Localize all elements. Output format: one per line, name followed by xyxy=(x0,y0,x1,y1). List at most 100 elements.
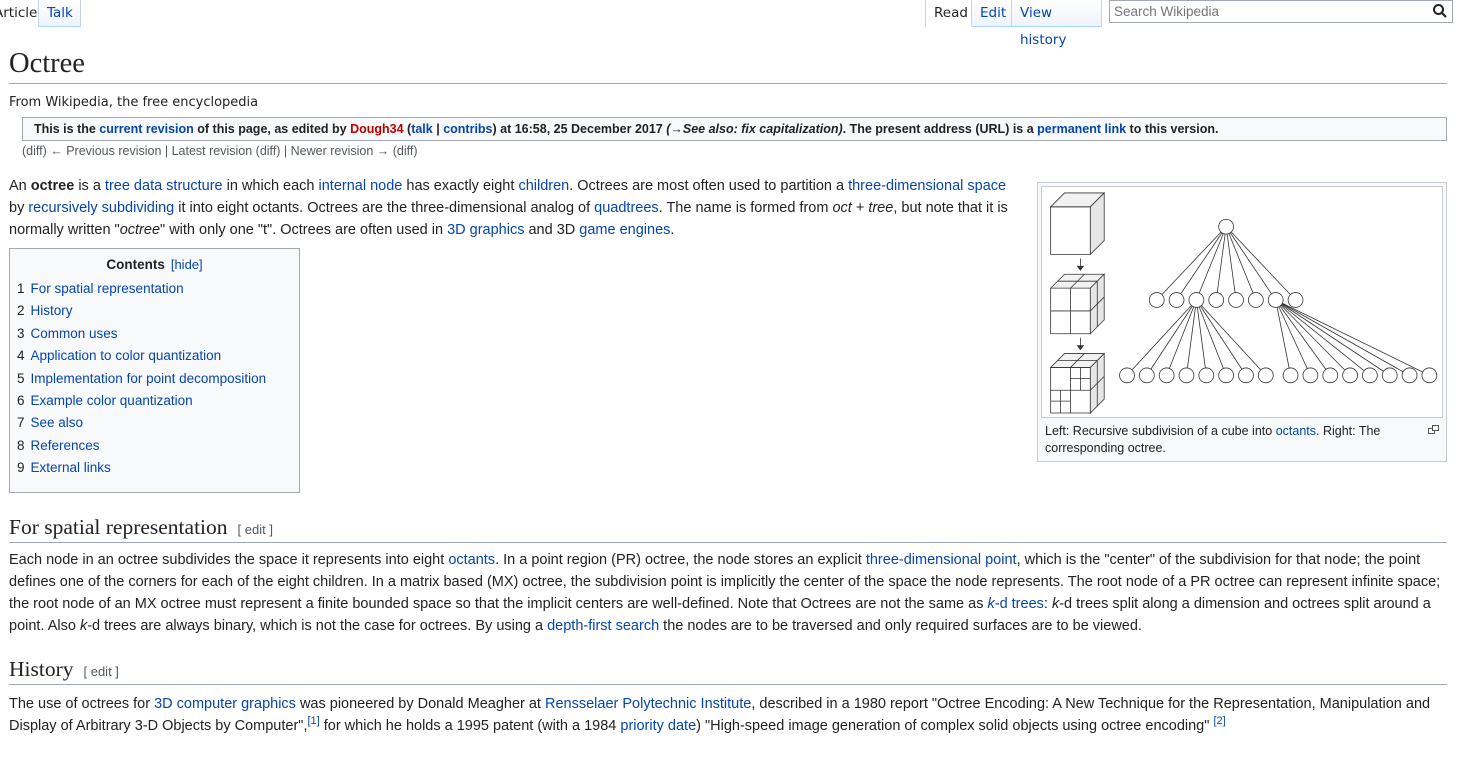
toc-number: 9 xyxy=(17,460,25,476)
italic-text: octree xyxy=(119,222,161,238)
link-quadtrees[interactable]: quadtrees xyxy=(594,200,659,216)
text: The use of octrees for xyxy=(9,696,155,712)
tab-article[interactable]: Article xyxy=(0,0,39,27)
toc-header: Contents [hide] xyxy=(17,257,292,272)
link-game-engines[interactable]: game engines xyxy=(579,222,670,238)
tab-read-label: Read xyxy=(934,5,968,21)
section-title: History xyxy=(9,657,74,681)
search-input[interactable] xyxy=(1110,1,1418,21)
italic-text: k xyxy=(987,596,995,612)
tab-view-history[interactable]: View history xyxy=(1012,0,1102,48)
toc-link[interactable]: Example color quantization xyxy=(31,393,193,408)
toc-number: 2 xyxy=(17,303,25,319)
text: . The name is formed from xyxy=(658,200,833,216)
section-edit-link[interactable]: [ edit ] xyxy=(84,664,119,679)
link-three-dimensional-point[interactable]: three-dimensional point xyxy=(866,552,1017,568)
page-title: Octree xyxy=(9,48,1447,84)
figure-caption: Left: Recursive subdivision of a cube in… xyxy=(1041,418,1443,457)
toc-link[interactable]: Application to color quantization xyxy=(31,348,222,363)
octree-diagram-image[interactable] xyxy=(1041,186,1443,418)
toc-item[interactable]: 1 For spatial representation xyxy=(17,278,292,300)
text: in which each xyxy=(222,178,319,194)
link-internal-node[interactable]: internal node xyxy=(319,178,403,194)
text: . Octrees are most often used to partiti… xyxy=(569,178,849,194)
tab-talk[interactable]: Talk xyxy=(39,0,81,27)
search-box xyxy=(1109,0,1453,23)
text: was pioneered by Donald Meagher at xyxy=(295,696,545,712)
revision-text: to this version. xyxy=(1126,122,1219,136)
italic-text: tree xyxy=(868,200,894,216)
edit-summary: (→See also: fix capitalization) xyxy=(666,122,843,136)
text: Each node in an octree subdivides the sp… xyxy=(9,552,449,568)
toc-link[interactable]: Implementation for point decomposition xyxy=(31,371,267,386)
toc-link[interactable]: External links xyxy=(31,460,111,475)
user-contribs-link[interactable]: contribs xyxy=(443,122,492,136)
link-octants[interactable]: octants xyxy=(1276,424,1316,438)
toc-item[interactable]: 8 References xyxy=(17,435,292,457)
toc-link[interactable]: See also xyxy=(31,415,84,430)
link-octants[interactable]: octants xyxy=(448,552,495,568)
link-text: -d trees xyxy=(994,596,1044,612)
toc-hide-toggle[interactable]: [hide] xyxy=(171,257,203,272)
toc-number: 3 xyxy=(17,325,25,341)
reference-link[interactable]: [1] xyxy=(307,715,319,727)
revision-text: . The present address (URL) is a xyxy=(842,122,1038,136)
toc-link[interactable]: For spatial representation xyxy=(31,281,184,296)
link-rensselaer[interactable]: Rensselaer Polytechnic Institute xyxy=(545,696,751,712)
link-three-dimensional-space[interactable]: three-dimensional space xyxy=(848,178,1006,194)
tab-view-history-label: View history xyxy=(1020,5,1067,48)
toc-link[interactable]: References xyxy=(31,438,100,453)
toc-item[interactable]: 6 Example color quantization xyxy=(17,390,292,412)
revision-notice: This is the current revision of this pag… xyxy=(22,117,1447,141)
reference-link[interactable]: [2] xyxy=(1213,715,1225,727)
tagline: From Wikipedia, the free encyclopedia xyxy=(9,95,259,110)
text: the nodes are to be traversed and only r… xyxy=(659,618,1142,634)
tab-edit[interactable]: Edit xyxy=(972,0,1012,27)
text: : xyxy=(1043,596,1052,612)
link-kd-trees[interactable]: k-d trees xyxy=(987,596,1043,612)
toc-item[interactable]: 7 See also xyxy=(17,412,292,434)
tab-read[interactable]: Read xyxy=(925,0,972,27)
link-3d-computer-graphics[interactable]: 3D computer graphics xyxy=(154,696,296,712)
toc-number: 4 xyxy=(17,348,25,364)
text: has exactly eight xyxy=(402,178,519,194)
bold-term: octree xyxy=(30,178,75,194)
text: is a xyxy=(74,178,105,194)
toc-item[interactable]: 5 Implementation for point decomposition xyxy=(17,368,292,390)
link-depth-first-search[interactable]: depth-first search xyxy=(547,618,659,634)
tab-article-label: Article xyxy=(0,5,38,21)
toc-item[interactable]: 3 Common uses xyxy=(17,323,292,345)
toc-link[interactable]: Common uses xyxy=(31,326,118,341)
permanent-link[interactable]: permanent link xyxy=(1037,122,1126,136)
toc-item[interactable]: 9 External links xyxy=(17,457,292,479)
toc-item[interactable]: 2 History xyxy=(17,300,292,322)
link-recursively-subdividing[interactable]: recursively subdividing xyxy=(28,200,174,216)
link-tree-data-structure[interactable]: tree data structure xyxy=(105,178,223,194)
user-link[interactable]: Dough34 xyxy=(350,122,403,136)
enlarge-icon[interactable] xyxy=(1428,422,1439,439)
revision-text: ) at 16:58, 25 December 2017 xyxy=(492,122,667,136)
link-3d-graphics[interactable]: 3D graphics xyxy=(447,222,524,238)
section-edit-link[interactable]: [ edit ] xyxy=(238,522,273,537)
toc-number: 6 xyxy=(17,393,25,409)
toc-title: Contents xyxy=(106,257,165,272)
revision-text: of this page, as edited by xyxy=(193,122,351,136)
text: An xyxy=(9,178,31,194)
link-priority-date[interactable]: priority date xyxy=(620,718,696,734)
revision-navigation[interactable]: (diff) ← Previous revision | Latest revi… xyxy=(22,144,418,158)
toc-number: 5 xyxy=(17,370,25,386)
toc-item[interactable]: 4 Application to color quantization xyxy=(17,345,292,367)
figure-thumbnail: Left: Recursive subdivision of a cube in… xyxy=(1037,182,1447,462)
tab-edit-label: Edit xyxy=(980,5,1007,21)
intro-paragraph: An octree is a tree data structure in wh… xyxy=(9,175,1021,241)
current-revision-link[interactable]: current revision xyxy=(99,122,193,136)
user-talk-link[interactable]: talk xyxy=(411,122,433,136)
link-children[interactable]: children xyxy=(518,178,569,194)
text: and 3D xyxy=(524,222,580,238)
italic-text: oct xyxy=(832,200,852,216)
section-paragraph-spatial: Each node in an octree subdivides the sp… xyxy=(9,549,1449,637)
search-icon[interactable] xyxy=(1432,3,1448,23)
toc-link[interactable]: History xyxy=(31,303,73,318)
text: it into eight octants. Octrees are the t… xyxy=(174,200,595,216)
text: by xyxy=(9,200,29,216)
